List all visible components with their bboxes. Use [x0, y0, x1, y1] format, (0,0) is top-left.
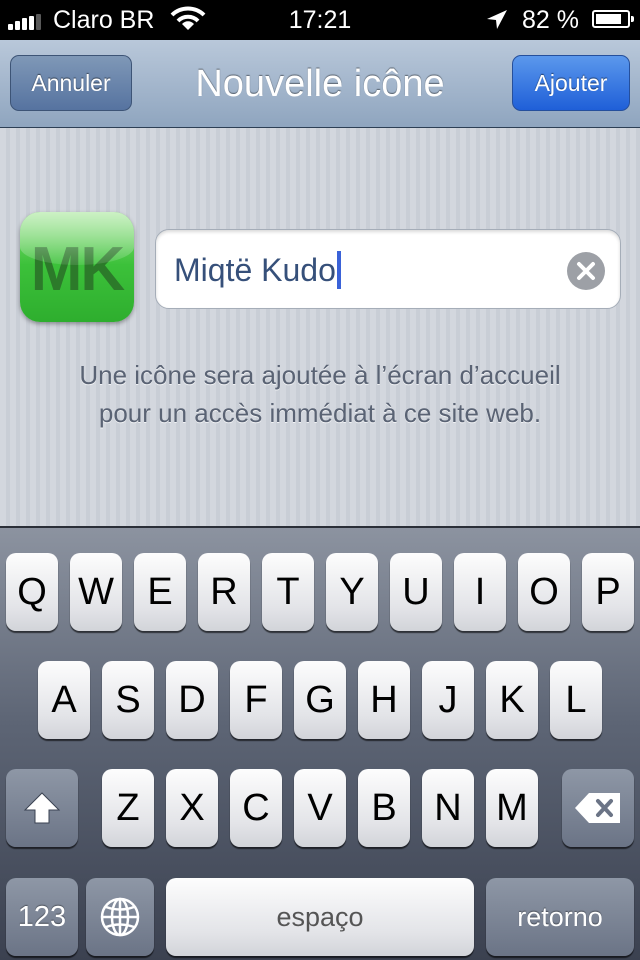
- shift-arrow-icon: [23, 792, 61, 824]
- status-bar: Claro BR 17:21 82 %: [0, 0, 640, 40]
- key-o[interactable]: O: [518, 553, 570, 631]
- backspace-icon: [575, 793, 620, 823]
- key-u[interactable]: U: [390, 553, 442, 631]
- space-key[interactable]: espaço: [166, 878, 474, 956]
- key-d[interactable]: D: [166, 661, 218, 739]
- content-area: MK Miqtë Kudo Une icône sera ajoutée à l…: [0, 128, 640, 526]
- icon-name-value: Miqtë Kudo: [174, 252, 336, 288]
- key-h[interactable]: H: [358, 661, 410, 739]
- key-a[interactable]: A: [38, 661, 90, 739]
- key-s[interactable]: S: [102, 661, 154, 739]
- web-clip-icon: MK: [20, 212, 134, 322]
- help-text-line-2: pour un accès immédiat à ce site web.: [98, 398, 542, 428]
- key-j[interactable]: J: [422, 661, 474, 739]
- key-z[interactable]: Z: [102, 769, 154, 847]
- clear-x-icon: [577, 262, 595, 280]
- navigation-bar: Annuler Nouvelle icône Ajouter: [0, 40, 640, 128]
- key-g[interactable]: G: [294, 661, 346, 739]
- help-text-line-1: Une icône sera ajoutée à l’écran d’accue…: [79, 360, 561, 390]
- key-b[interactable]: B: [358, 769, 410, 847]
- globe-icon: [100, 897, 140, 937]
- key-t[interactable]: T: [262, 553, 314, 631]
- text-caret: [336, 251, 341, 289]
- key-i[interactable]: I: [454, 553, 506, 631]
- key-w[interactable]: W: [70, 553, 122, 631]
- key-f[interactable]: F: [230, 661, 282, 739]
- key-x[interactable]: X: [166, 769, 218, 847]
- return-key[interactable]: retorno: [486, 878, 634, 956]
- battery-icon: [592, 10, 634, 28]
- numbers-key[interactable]: 123: [6, 878, 78, 956]
- keyboard: Q W E R T Y U I O P A S D F G H J K L Z …: [0, 526, 640, 960]
- key-k[interactable]: K: [486, 661, 538, 739]
- battery-fill: [596, 14, 621, 24]
- globe-key[interactable]: [86, 878, 154, 956]
- icon-name-field[interactable]: Miqtë Kudo: [155, 229, 621, 309]
- key-e[interactable]: E: [134, 553, 186, 631]
- help-text: Une icône sera ajoutée à l’écran d’accue…: [0, 356, 640, 432]
- key-q[interactable]: Q: [6, 553, 58, 631]
- key-v[interactable]: V: [294, 769, 346, 847]
- clear-text-button[interactable]: [567, 252, 605, 290]
- key-n[interactable]: N: [422, 769, 474, 847]
- key-r[interactable]: R: [198, 553, 250, 631]
- add-button[interactable]: Ajouter: [512, 55, 630, 111]
- key-l[interactable]: L: [550, 661, 602, 739]
- battery-percentage: 82 %: [522, 6, 579, 34]
- key-c[interactable]: C: [230, 769, 282, 847]
- backspace-key[interactable]: [562, 769, 634, 847]
- location-arrow-icon: [485, 8, 509, 37]
- key-m[interactable]: M: [486, 769, 538, 847]
- key-y[interactable]: Y: [326, 553, 378, 631]
- key-p[interactable]: P: [582, 553, 634, 631]
- shift-key[interactable]: [6, 769, 78, 847]
